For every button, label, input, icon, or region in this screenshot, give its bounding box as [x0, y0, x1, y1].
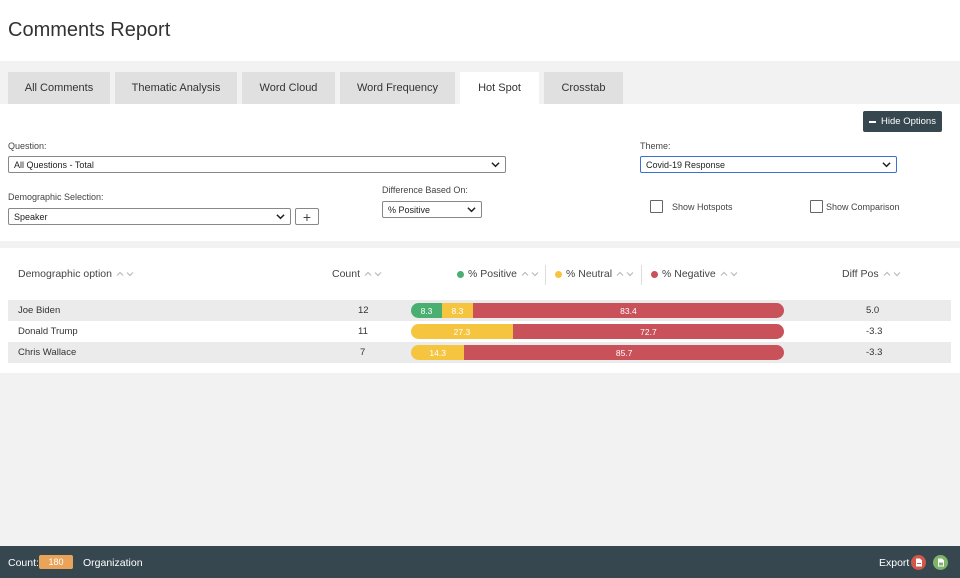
question-label: Question:	[8, 141, 47, 151]
sentiment-bar: 8.3 8.3 83.4	[411, 303, 784, 318]
row-diff: -3.3	[866, 326, 883, 337]
add-demographic-button[interactable]: +	[295, 208, 319, 225]
tab-hot-spot[interactable]: Hot Spot	[460, 72, 539, 104]
question-value: All Questions - Total	[14, 159, 94, 170]
neutral-segment: 8.3	[441, 303, 473, 318]
hide-options-label: Hide Options	[881, 116, 936, 127]
table-row: Joe Biden 12 8.3 8.3 83.4 5.0	[8, 300, 951, 321]
column-header-positive[interactable]: % Positive	[457, 268, 539, 280]
row-name: Joe Biden	[18, 305, 61, 316]
theme-label: Theme:	[640, 141, 671, 151]
sort-icon[interactable]	[521, 270, 539, 278]
export-label: Export	[879, 557, 910, 569]
header: Comments Report	[0, 0, 960, 61]
page-title: Comments Report	[8, 19, 171, 41]
row-name: Chris Wallace	[18, 347, 77, 358]
positive-segment: 8.3	[411, 303, 442, 318]
tab-crosstab[interactable]: Crosstab	[544, 72, 623, 104]
demographic-value: Speaker	[14, 211, 48, 222]
negative-segment: 72.7	[512, 324, 784, 339]
show-comparison-label[interactable]: Show Comparison	[826, 202, 900, 212]
count-label: Count:	[8, 557, 39, 569]
demographic-label: Demographic Selection:	[8, 192, 104, 202]
table-row: Chris Wallace 7 14.3 85.7 -3.3	[8, 342, 951, 363]
column-header-negative[interactable]: % Negative	[651, 268, 738, 280]
plus-icon: +	[302, 208, 312, 225]
results-table: Demographic option Count % Positive % Ne…	[0, 248, 960, 373]
negative-dot-icon	[651, 270, 658, 278]
count-badge: 180	[39, 555, 73, 569]
options-panel: Hide Options Question: All Questions - T…	[0, 104, 960, 241]
question-select[interactable]: All Questions - Total	[8, 156, 506, 173]
pdf-icon[interactable]	[911, 555, 926, 570]
tab-word-cloud[interactable]: Word Cloud	[242, 72, 335, 104]
show-hotspots-label[interactable]: Show Hotspots	[672, 202, 733, 212]
table-row: Donald Trump 11 27.3 72.7 -3.3	[8, 321, 951, 342]
column-header-count[interactable]: Count	[332, 268, 382, 280]
footer-bar: Count: 180 Organization Export	[0, 546, 960, 578]
organization-label: Organization	[83, 557, 143, 569]
column-header-positive-label: % Positive	[468, 268, 518, 280]
column-header-option[interactable]: Demographic option	[18, 268, 134, 280]
chevron-down-icon	[491, 162, 500, 168]
difference-label: Difference Based On:	[382, 185, 468, 195]
row-count: 7	[360, 347, 366, 358]
sentiment-bar: 27.3 72.7	[411, 324, 784, 339]
column-header-neutral-label: % Neutral	[566, 268, 613, 280]
neutral-dot-icon	[555, 270, 562, 278]
row-name: Donald Trump	[18, 326, 78, 337]
minus-icon	[869, 120, 877, 123]
sort-icon[interactable]	[720, 270, 738, 278]
column-header-negative-label: % Negative	[662, 268, 716, 280]
sort-icon[interactable]	[616, 270, 634, 278]
difference-select[interactable]: % Positive	[382, 201, 482, 218]
positive-dot-icon	[457, 270, 464, 278]
theme-value: Covid-19 Response	[646, 159, 726, 170]
chevron-down-icon	[882, 162, 891, 168]
sort-icon[interactable]	[364, 270, 382, 278]
demographic-select[interactable]: Speaker	[8, 208, 291, 225]
column-divider	[545, 265, 546, 285]
tab-bar: All Comments Thematic Analysis Word Clou…	[0, 61, 960, 104]
neutral-segment: 27.3	[411, 324, 513, 339]
difference-value: % Positive	[388, 204, 431, 215]
negative-segment: 85.7	[464, 345, 784, 360]
row-count: 11	[358, 326, 368, 337]
row-diff: -3.3	[866, 347, 883, 358]
column-header-diff-label: Diff Pos	[842, 268, 879, 280]
sentiment-bar: 14.3 85.7	[411, 345, 784, 360]
row-diff: 5.0	[866, 305, 880, 316]
show-hotspots-checkbox[interactable]	[650, 200, 663, 213]
column-divider	[641, 265, 642, 285]
row-count: 12	[358, 305, 369, 316]
tab-thematic-analysis[interactable]: Thematic Analysis	[115, 72, 237, 104]
sort-icon[interactable]	[883, 270, 901, 278]
neutral-segment: 14.3	[411, 345, 465, 360]
tab-all-comments[interactable]: All Comments	[8, 72, 110, 104]
chevron-down-icon	[276, 214, 285, 220]
column-header-neutral[interactable]: % Neutral	[555, 268, 634, 280]
sort-icon[interactable]	[116, 270, 134, 278]
show-comparison-checkbox[interactable]	[810, 200, 823, 213]
theme-select[interactable]: Covid-19 Response	[640, 156, 897, 173]
column-header-count-label: Count	[332, 268, 361, 280]
chevron-down-icon	[467, 207, 476, 213]
negative-segment: 83.4	[472, 303, 784, 318]
column-header-diff[interactable]: Diff Pos	[842, 268, 901, 280]
tab-word-frequency[interactable]: Word Frequency	[340, 72, 455, 104]
column-header-option-label: Demographic option	[18, 268, 112, 280]
hide-options-button[interactable]: Hide Options	[863, 111, 942, 132]
excel-icon[interactable]	[933, 555, 948, 570]
